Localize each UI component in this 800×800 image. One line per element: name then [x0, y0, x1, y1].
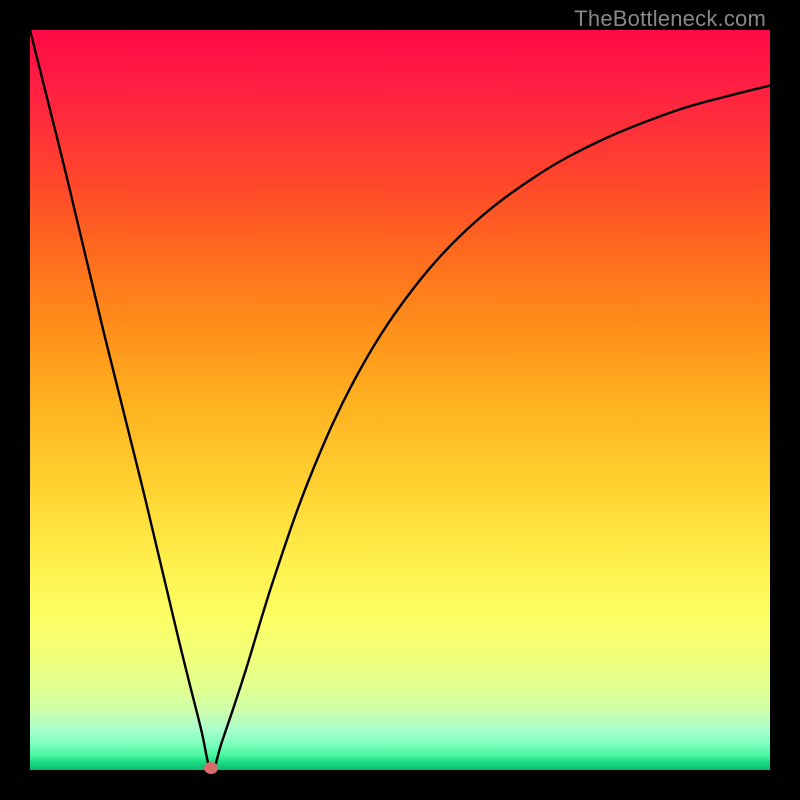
bottleneck-curve	[30, 30, 770, 770]
plot-area	[30, 30, 770, 770]
watermark-text: TheBottleneck.com	[574, 6, 766, 32]
chart-frame: TheBottleneck.com	[0, 0, 800, 800]
curve-svg	[30, 30, 770, 770]
minimum-marker	[204, 762, 218, 774]
